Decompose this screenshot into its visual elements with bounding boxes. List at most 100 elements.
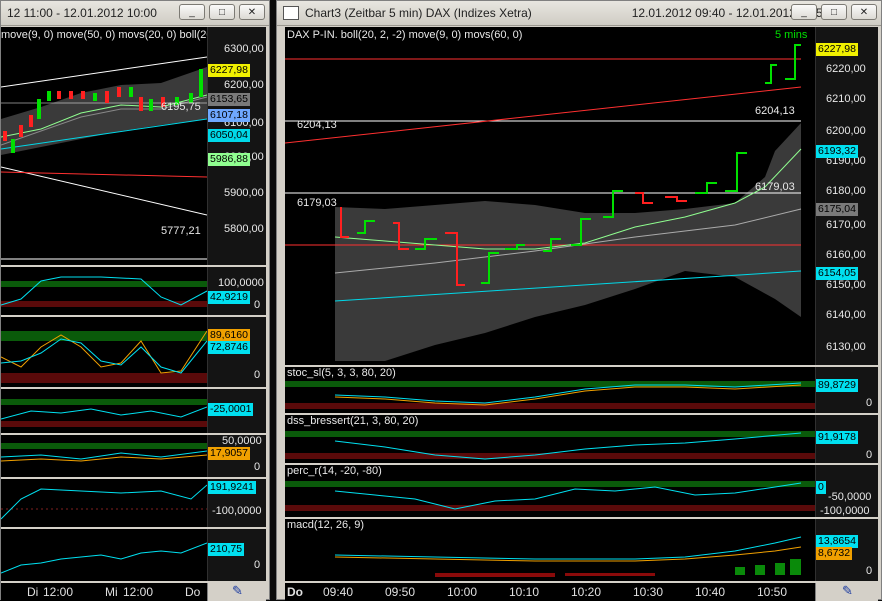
indicator-tag: 42,9219 bbox=[208, 291, 250, 304]
inline-price-label: 5777,21 bbox=[161, 225, 201, 237]
indicator-tick: 0 bbox=[254, 461, 261, 473]
indicator-tick: 0 bbox=[866, 449, 873, 461]
indicator-tag: 89,8729 bbox=[816, 379, 858, 392]
left-title-bar[interactable]: 12 11:00 - 12.01.2012 10:00 _ □ ✕ bbox=[1, 1, 269, 26]
indicator-tick: 0 bbox=[866, 397, 873, 409]
stochastic-scale[interactable]: 0 89,8729 bbox=[815, 367, 878, 413]
price-tick: 6210,00 bbox=[826, 93, 866, 105]
right-time-axis[interactable]: Do 09:40 09:50 10:00 10:10 10:20 10:30 1… bbox=[285, 583, 815, 601]
indicator-tag: 72,8746 bbox=[208, 341, 250, 354]
inline-price-label: 6204,13 bbox=[755, 105, 795, 117]
price-tag: 6050,04 bbox=[208, 129, 250, 142]
price-tag: 6193,32 bbox=[816, 145, 858, 158]
left-corner[interactable]: ✎ bbox=[207, 583, 266, 601]
indicator-tick: 0 bbox=[254, 299, 261, 311]
minimize-button[interactable]: _ bbox=[791, 4, 817, 20]
indicator-tag: 17,9057 bbox=[208, 447, 250, 460]
left-window-title: 12 11:00 - 12.01.2012 10:00 bbox=[7, 6, 157, 20]
interval-label: 5 mins bbox=[775, 29, 808, 41]
pen-icon[interactable]: ✎ bbox=[232, 583, 243, 599]
dss-label: dss_bressert(21, 3, 80, 20) bbox=[287, 415, 419, 427]
price-tag: 6227,98 bbox=[816, 43, 858, 56]
time-tick: 10:40 bbox=[695, 585, 726, 599]
inline-price-label: 6179,03 bbox=[297, 197, 337, 209]
time-tick: Mi bbox=[105, 585, 118, 599]
left-indicator-scale[interactable]: -25,0001 bbox=[207, 389, 266, 433]
restore-button[interactable]: □ bbox=[821, 4, 847, 20]
percent-r-scale[interactable]: 0 -50,0000 -100,0000 0 bbox=[815, 465, 878, 517]
indicator-tick: 100,0000 bbox=[218, 277, 264, 289]
inline-price-label: 6195,75 bbox=[161, 101, 201, 113]
right-price-scale[interactable]: 6220,00 6210,00 6200,00 6190,00 6180,00 … bbox=[815, 27, 878, 365]
percent-r-label: perc_r(14, -20, -80) bbox=[287, 465, 382, 477]
macd-pane[interactable]: macd(12, 26, 9) bbox=[285, 519, 815, 581]
price-tick: 6170,00 bbox=[826, 219, 866, 231]
pen-icon[interactable]: ✎ bbox=[842, 583, 853, 599]
right-title-bar[interactable]: Chart3 (Zeitbar 5 min) DAX (Indizes Xetr… bbox=[277, 1, 881, 26]
left-indicator-pane[interactable] bbox=[1, 435, 207, 477]
indicator-tag: 210,75 bbox=[208, 543, 245, 556]
left-indicator-pane[interactable] bbox=[1, 479, 207, 527]
left-indicator-pane[interactable] bbox=[1, 317, 207, 387]
close-button[interactable]: ✕ bbox=[239, 4, 265, 20]
inline-price-label: 6179,03 bbox=[755, 181, 795, 193]
price-tick: 5900,00 bbox=[224, 187, 264, 199]
left-indicator-scale[interactable]: 100,0000 0 42,9219 bbox=[207, 267, 266, 315]
time-tick: 10:10 bbox=[509, 585, 540, 599]
right-window-title: Chart3 (Zeitbar 5 min) DAX (Indizes Xetr… bbox=[305, 6, 532, 20]
price-tag: 5986,88 bbox=[208, 153, 250, 166]
macd-scale[interactable]: 0 13,8654 8,6732 bbox=[815, 519, 878, 581]
time-tick: 12:00 bbox=[43, 585, 74, 599]
dss-scale[interactable]: 0 91,9178 bbox=[815, 415, 878, 463]
left-indicator-pane[interactable] bbox=[1, 267, 207, 315]
price-tag: 6107,18 bbox=[208, 109, 250, 122]
right-corner[interactable]: ✎ bbox=[815, 583, 878, 601]
price-tick: 6160,00 bbox=[826, 249, 866, 261]
left-indicator-scale[interactable]: 50,0000 0 17,9057 bbox=[207, 435, 266, 477]
left-time-axis[interactable]: Di 12:00 Mi 12:00 Do bbox=[1, 583, 207, 601]
indicator-tick: -100,0000 bbox=[820, 505, 870, 517]
time-tick: 09:50 bbox=[385, 585, 416, 599]
time-tick: 10:00 bbox=[447, 585, 478, 599]
left-indicator-scale[interactable]: 0 210,75 bbox=[207, 529, 266, 581]
price-tick: 6200,00 bbox=[224, 79, 264, 91]
time-tick: Do bbox=[287, 585, 303, 599]
price-tick: 6150,00 bbox=[826, 279, 866, 291]
indicator-tag: 8,6732 bbox=[816, 547, 853, 560]
left-price-pane[interactable]: move(9, 0) move(50, 0) movs(20, 0) boll(… bbox=[1, 27, 207, 265]
price-tick: 6140,00 bbox=[826, 309, 866, 321]
right-main-label: DAX P-IN. boll(20, 2, -2) move(9, 0) mov… bbox=[287, 29, 523, 41]
indicator-tag: 91,9178 bbox=[816, 431, 858, 444]
time-tick: Di bbox=[27, 585, 39, 599]
left-indicator-scale[interactable]: 0 89,6160 72,8746 bbox=[207, 317, 266, 387]
restore-button[interactable]: □ bbox=[209, 4, 235, 20]
inline-price-label: 6204,13 bbox=[297, 119, 337, 131]
indicator-tick: 0 bbox=[254, 559, 261, 571]
left-indicator-pane[interactable] bbox=[1, 389, 207, 433]
time-tick: 10:20 bbox=[571, 585, 602, 599]
time-tick: 12:00 bbox=[123, 585, 154, 599]
price-tick: 6200,00 bbox=[826, 125, 866, 137]
indicator-tag: -25,0001 bbox=[208, 403, 254, 416]
indicator-tick: 0 bbox=[866, 565, 873, 577]
percent-r-pane[interactable]: perc_r(14, -20, -80) bbox=[285, 465, 815, 517]
price-tick: 6130,00 bbox=[826, 341, 866, 353]
left-price-scale[interactable]: 6300,00 6200,00 6100,00 6000,00 5900,00 … bbox=[207, 27, 266, 265]
left-chart-window: 12 11:00 - 12.01.2012 10:00 _ □ ✕ move(9… bbox=[0, 0, 270, 601]
chart-app-icon bbox=[283, 6, 299, 20]
price-tick: 5800,00 bbox=[224, 223, 264, 235]
close-button[interactable]: ✕ bbox=[851, 4, 877, 20]
right-chart-window: Chart3 (Zeitbar 5 min) DAX (Indizes Xetr… bbox=[276, 0, 882, 601]
minimize-button[interactable]: _ bbox=[179, 4, 205, 20]
stochastic-pane[interactable]: stoc_sl(5, 3, 3, 80, 20) bbox=[285, 367, 815, 413]
indicator-tag: 191,9241 bbox=[208, 481, 256, 494]
dss-pane[interactable]: dss_bressert(21, 3, 80, 20) bbox=[285, 415, 815, 463]
macd-label: macd(12, 26, 9) bbox=[287, 519, 365, 531]
price-tag: 6154,05 bbox=[816, 267, 858, 280]
left-indicator-scale[interactable]: -100,0000 191,9241 bbox=[207, 479, 266, 527]
indicator-tick: -100,0000 bbox=[212, 505, 262, 517]
left-indicator-pane[interactable] bbox=[1, 529, 207, 581]
price-tick: 6180,00 bbox=[826, 185, 866, 197]
right-price-pane[interactable]: DAX P-IN. boll(20, 2, -2) move(9, 0) mov… bbox=[285, 27, 815, 365]
indicator-tick: 0 bbox=[254, 369, 261, 381]
